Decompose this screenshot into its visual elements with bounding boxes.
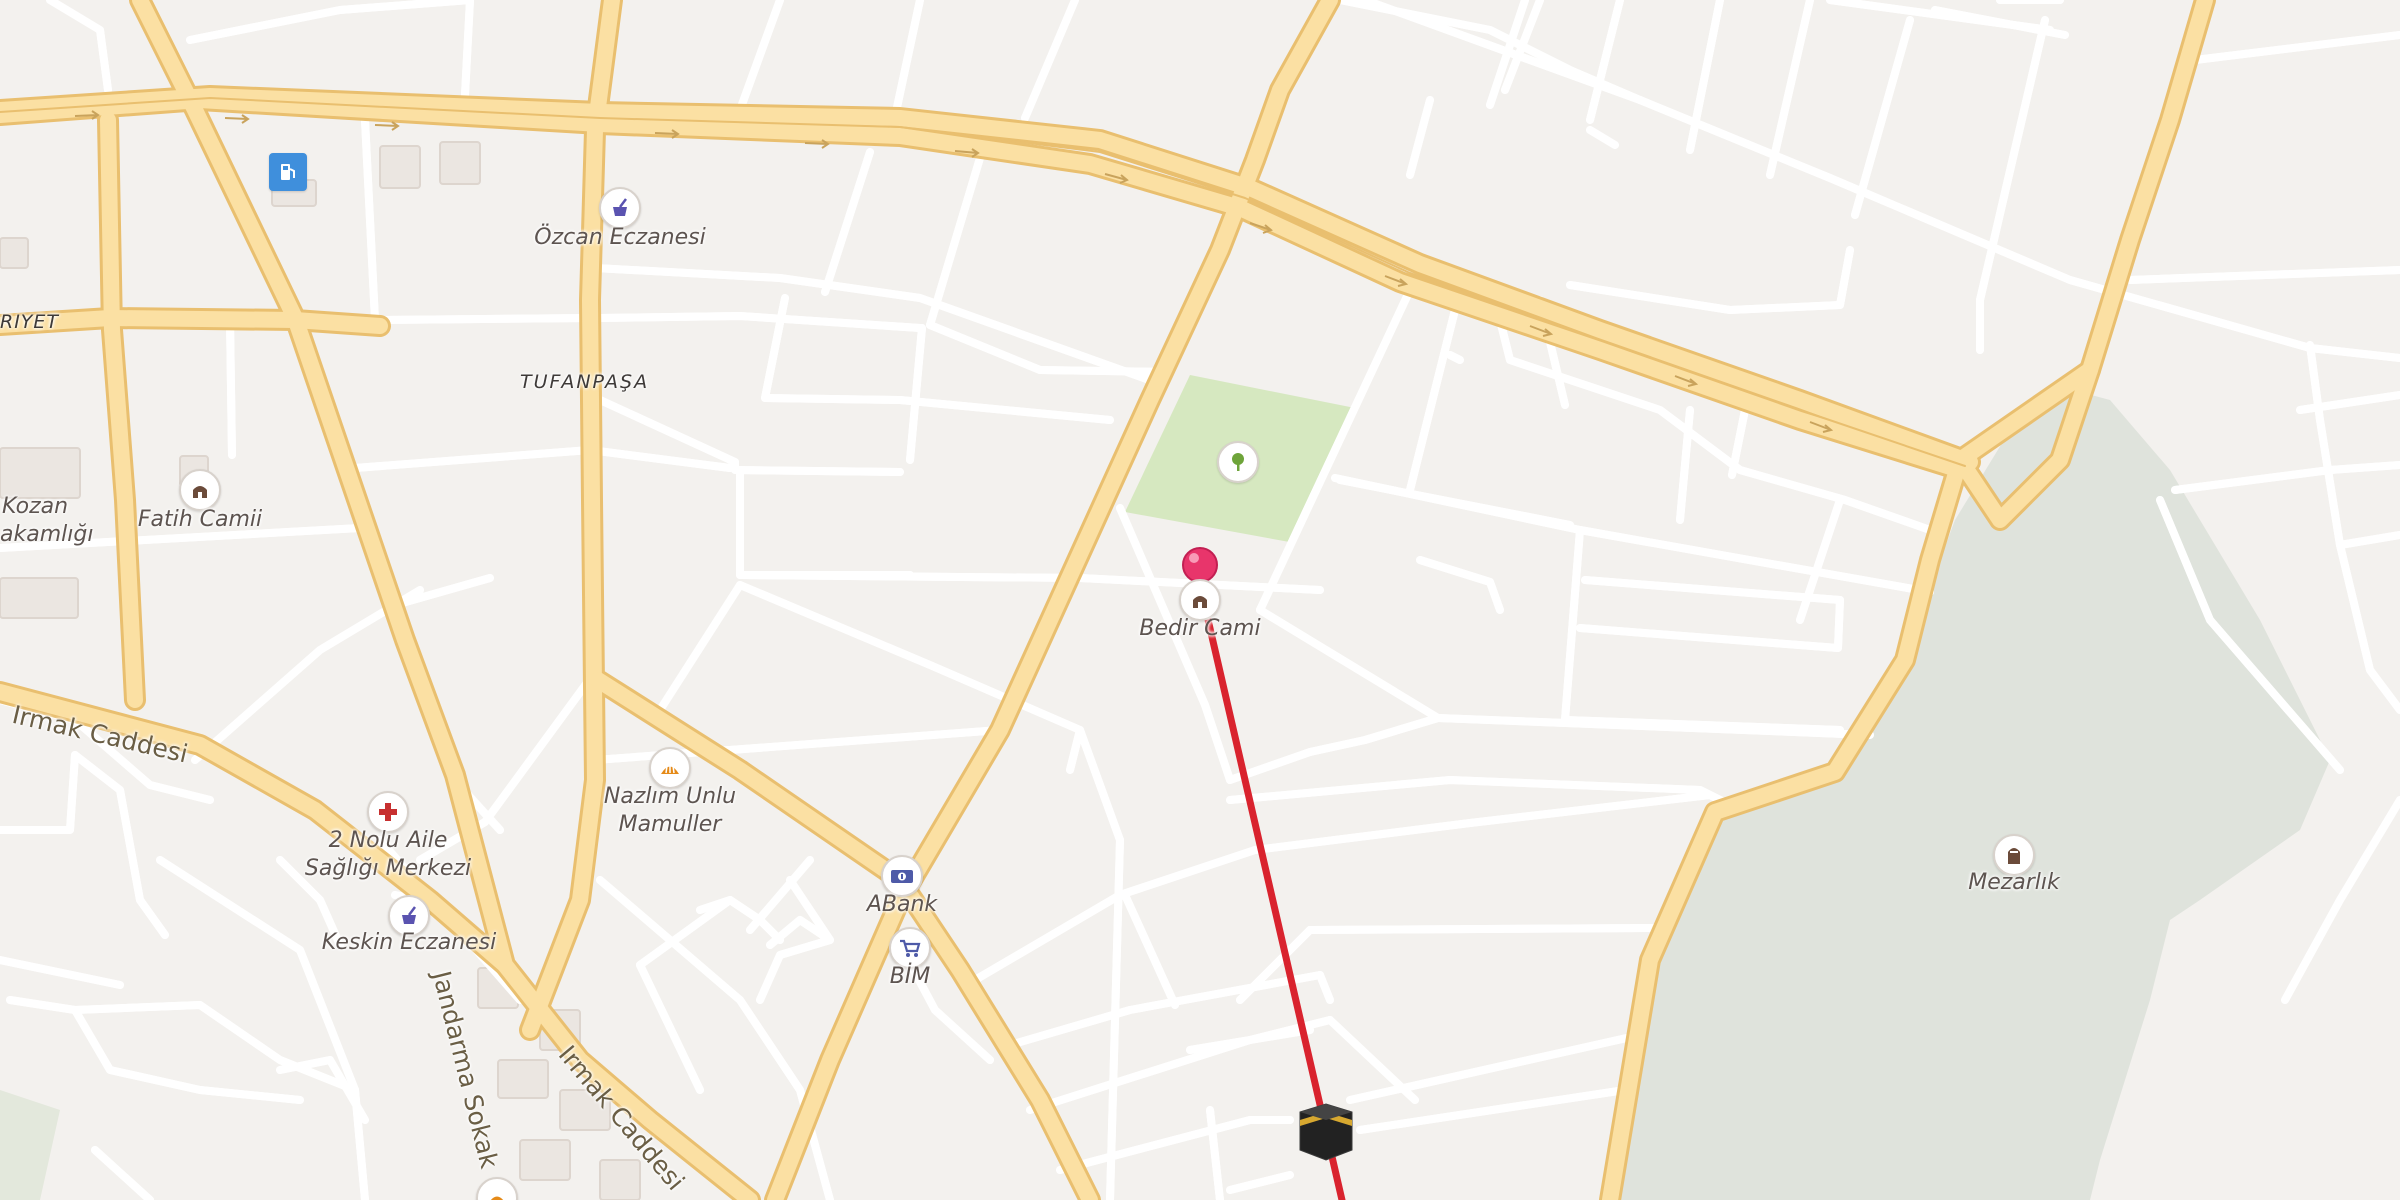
poi-label-saglik-2: Sağlığı Merkezi <box>304 856 472 881</box>
poi-label-nazlim-2: Mamuller <box>618 812 722 837</box>
poi-label-fatih: Fatih Camii <box>137 507 263 532</box>
fuel-station-icon[interactable] <box>269 153 307 191</box>
kaaba-icon <box>1299 1103 1353 1161</box>
cemetery-area <box>1615 392 2330 1200</box>
green-area-bottom-left <box>0 1090 60 1200</box>
district-label-partial: RIYET <box>0 311 60 333</box>
poi-label-saglik-1: 2 Nolu Aile <box>328 828 448 853</box>
place-label-kozan-2: akamlığı <box>0 522 94 547</box>
poi-label-mezarlik: Mezarlık <box>1968 870 2060 895</box>
poi-label-bim: BİM <box>889 964 931 989</box>
park-tree-icon[interactable] <box>1217 441 1259 483</box>
poi-label-abank: ABank <box>866 892 938 917</box>
poi-label-nazlim-1: Nazlım Unlu <box>603 784 737 809</box>
place-label-kozan: Kozan <box>2 494 69 519</box>
map-view[interactable]: TUFANPAŞA RIYET Kozan akamlığı Irmak Cad… <box>0 0 2400 1200</box>
poi-label-bedir: Bedir Cami <box>1139 616 1261 641</box>
location-pin-icon[interactable] <box>1182 547 1218 583</box>
poi-label-ozcan: Özcan Eczanesi <box>534 225 706 250</box>
one-way-arrows <box>74 110 1834 433</box>
poi-label-keskin: Keskin Eczanesi <box>321 930 497 955</box>
district-label: TUFANPAŞA <box>520 371 650 393</box>
